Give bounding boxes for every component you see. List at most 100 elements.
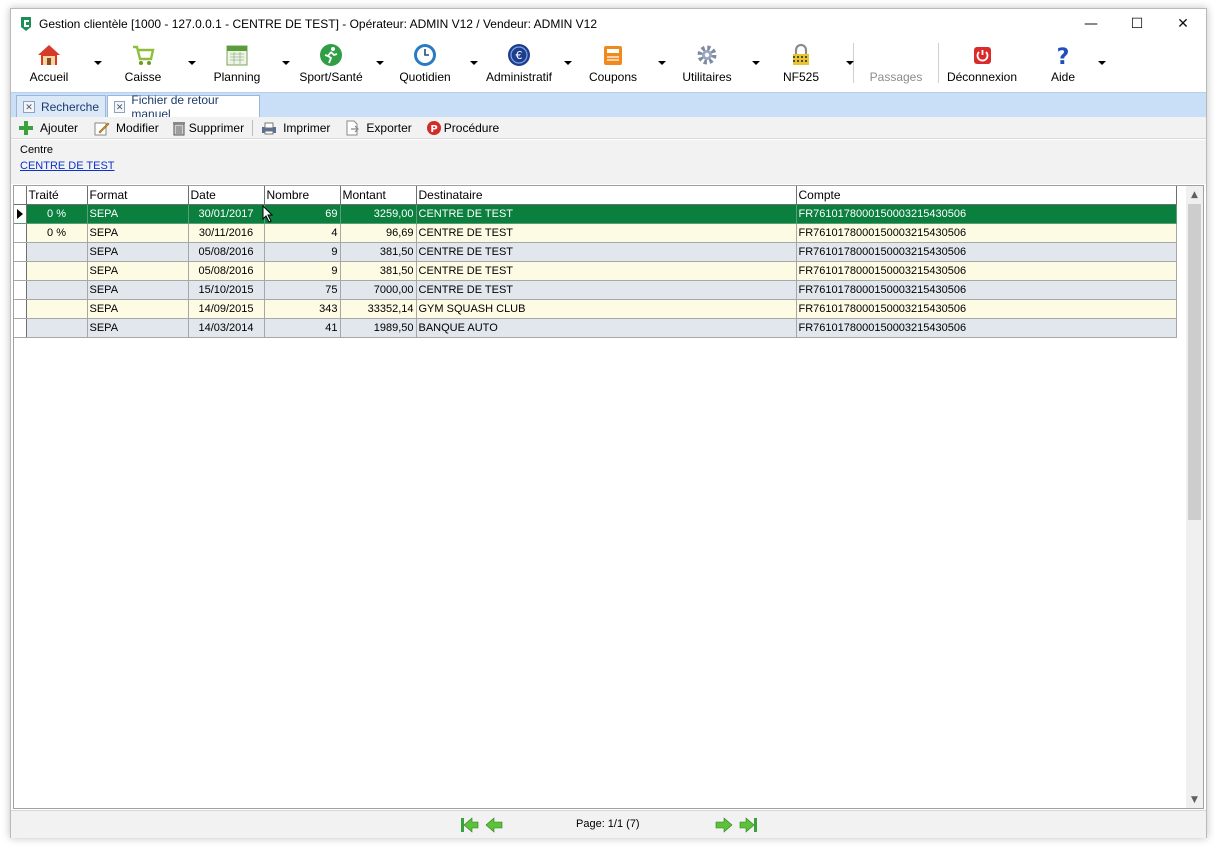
close-icon[interactable]: ✕ xyxy=(114,101,126,113)
cell-traite[interactable] xyxy=(25,260,88,281)
procedure-button[interactable]: P Procédure xyxy=(422,118,503,138)
maximize-button[interactable]: ☐ xyxy=(1114,9,1160,39)
cell-nombre[interactable]: 4 xyxy=(263,222,341,243)
column-header-traite[interactable]: Traité xyxy=(25,186,88,205)
scroll-up-icon[interactable]: ▲ xyxy=(1186,186,1203,203)
next-page-icon[interactable] xyxy=(714,816,734,834)
cell-format[interactable]: SEPA xyxy=(86,203,189,224)
toolbar-deconnexion[interactable]: Déconnexion xyxy=(939,39,1025,92)
chevron-down-icon[interactable] xyxy=(752,61,760,65)
cell-nombre[interactable]: 41 xyxy=(263,317,341,338)
column-header-format[interactable]: Format xyxy=(86,186,189,205)
centre-link[interactable]: CENTRE DE TEST xyxy=(20,160,115,172)
cell-compte[interactable]: FR7610178000150003215430506 xyxy=(795,260,1177,281)
toolbar-aide[interactable]: ? Aide xyxy=(1025,39,1106,92)
cell-nombre[interactable]: 75 xyxy=(263,279,341,300)
delete-button[interactable]: Supprimer xyxy=(167,118,248,138)
cell-destinataire[interactable]: CENTRE DE TEST xyxy=(415,279,797,300)
toolbar-quotidien[interactable]: Quotidien xyxy=(387,39,478,92)
cell-traite[interactable] xyxy=(25,279,88,300)
cell-compte[interactable]: FR7610178000150003215430506 xyxy=(795,317,1177,338)
cell-destinataire[interactable]: BANQUE AUTO xyxy=(415,317,797,338)
cell-nombre[interactable]: 69 xyxy=(263,203,341,224)
cell-montant[interactable]: 96,69 xyxy=(339,222,417,243)
cell-destinataire[interactable]: CENTRE DE TEST xyxy=(415,222,797,243)
cell-format[interactable]: SEPA xyxy=(86,298,189,319)
cell-nombre[interactable]: 343 xyxy=(263,298,341,319)
cell-destinataire[interactable]: GYM SQUASH CLUB xyxy=(415,298,797,319)
cell-montant[interactable]: 7000,00 xyxy=(339,279,417,300)
cell-format[interactable]: SEPA xyxy=(86,222,189,243)
cell-destinataire[interactable]: CENTRE DE TEST xyxy=(415,241,797,262)
cell-format[interactable]: SEPA xyxy=(86,279,189,300)
table-row[interactable]: 0 % SEPA 30/11/2016 4 96,69 CENTRE DE TE… xyxy=(14,222,1177,243)
scroll-down-icon[interactable]: ▼ xyxy=(1186,791,1203,808)
column-header-montant[interactable]: Montant xyxy=(339,186,417,205)
cell-date[interactable]: 05/08/2016 xyxy=(187,260,265,281)
chevron-down-icon[interactable] xyxy=(376,61,384,65)
cell-compte[interactable]: FR7610178000150003215430506 xyxy=(795,298,1177,319)
cell-montant[interactable]: 1989,50 xyxy=(339,317,417,338)
table-row[interactable]: SEPA 05/08/2016 9 381,50 CENTRE DE TEST … xyxy=(14,241,1177,262)
toolbar-coupons[interactable]: Coupons xyxy=(575,39,666,92)
column-header-destinataire[interactable]: Destinataire xyxy=(415,186,797,205)
close-button[interactable]: ✕ xyxy=(1160,9,1206,39)
toolbar-planning[interactable]: Planning xyxy=(199,39,290,92)
column-header-compte[interactable]: Compte xyxy=(795,186,1177,205)
chevron-down-icon[interactable] xyxy=(1098,61,1106,65)
cell-destinataire[interactable]: CENTRE DE TEST xyxy=(415,203,797,224)
chevron-down-icon[interactable] xyxy=(188,61,196,65)
table-row[interactable]: SEPA 14/09/2015 343 33352,14 GYM SQUASH … xyxy=(14,298,1177,319)
table-row[interactable]: SEPA 05/08/2016 9 381,50 CENTRE DE TEST … xyxy=(14,260,1177,281)
previous-page-icon[interactable] xyxy=(484,816,504,834)
cell-montant[interactable]: 33352,14 xyxy=(339,298,417,319)
add-button[interactable]: Ajouter xyxy=(14,118,82,138)
cell-format[interactable]: SEPA xyxy=(86,241,189,262)
scrollbar-thumb[interactable] xyxy=(1188,204,1201,520)
cell-format[interactable]: SEPA xyxy=(86,317,189,338)
cell-montant[interactable]: 381,50 xyxy=(339,260,417,281)
cell-date[interactable]: 30/11/2016 xyxy=(187,222,265,243)
chevron-down-icon[interactable] xyxy=(846,61,854,65)
cell-date[interactable]: 14/09/2015 xyxy=(187,298,265,319)
close-icon[interactable]: ✕ xyxy=(23,101,35,113)
tab-fichier-retour-manuel[interactable]: ✕ Fichier de retour manuel xyxy=(107,93,260,121)
cell-traite[interactable] xyxy=(25,317,88,338)
toolbar-utilitaires[interactable]: Utilitaires xyxy=(669,39,760,92)
chevron-down-icon[interactable] xyxy=(94,61,102,65)
cell-traite[interactable]: 0 % xyxy=(25,203,88,224)
cell-montant[interactable]: 381,50 xyxy=(339,241,417,262)
cell-destinataire[interactable]: CENTRE DE TEST xyxy=(415,260,797,281)
cell-date[interactable]: 05/08/2016 xyxy=(187,241,265,262)
chevron-down-icon[interactable] xyxy=(658,61,666,65)
last-page-icon[interactable] xyxy=(738,816,758,834)
cell-format[interactable]: SEPA xyxy=(86,260,189,281)
cell-date[interactable]: 14/03/2014 xyxy=(187,317,265,338)
cell-date[interactable]: 30/01/2017 xyxy=(187,203,265,224)
toolbar-sport-sante[interactable]: Sport/Santé xyxy=(293,39,384,92)
table-row[interactable]: 0 % SEPA 30/01/2017 69 3259,00 CENTRE DE… xyxy=(14,203,1177,224)
cell-compte[interactable]: FR7610178000150003215430506 xyxy=(795,241,1177,262)
cell-compte[interactable]: FR7610178000150003215430506 xyxy=(795,279,1177,300)
cell-traite[interactable]: 0 % xyxy=(25,222,88,243)
toolbar-accueil[interactable]: Accueil xyxy=(11,39,102,92)
print-button[interactable]: Imprimer xyxy=(257,118,334,138)
minimize-button[interactable]: — xyxy=(1068,9,1114,39)
cell-compte[interactable]: FR7610178000150003215430506 xyxy=(795,222,1177,243)
table-row[interactable]: SEPA 15/10/2015 75 7000,00 CENTRE DE TES… xyxy=(14,279,1177,300)
table-row[interactable]: SEPA 14/03/2014 41 1989,50 BANQUE AUTO F… xyxy=(14,317,1177,338)
cell-compte[interactable]: FR7610178000150003215430506 xyxy=(795,203,1177,224)
first-page-icon[interactable] xyxy=(460,816,480,834)
toolbar-caisse[interactable]: Caisse xyxy=(105,39,196,92)
toolbar-passages[interactable]: Passages xyxy=(854,39,938,92)
cell-traite[interactable] xyxy=(25,298,88,319)
chevron-down-icon[interactable] xyxy=(470,61,478,65)
chevron-down-icon[interactable] xyxy=(564,61,572,65)
column-header-nombre[interactable]: Nombre xyxy=(263,186,341,205)
toolbar-administratif[interactable]: € Administratif xyxy=(481,39,572,92)
cell-montant[interactable]: 3259,00 xyxy=(339,203,417,224)
edit-button[interactable]: Modifier xyxy=(90,118,163,138)
chevron-down-icon[interactable] xyxy=(282,61,290,65)
export-button[interactable]: Exporter xyxy=(340,118,415,138)
column-header-date[interactable]: Date xyxy=(187,186,265,205)
